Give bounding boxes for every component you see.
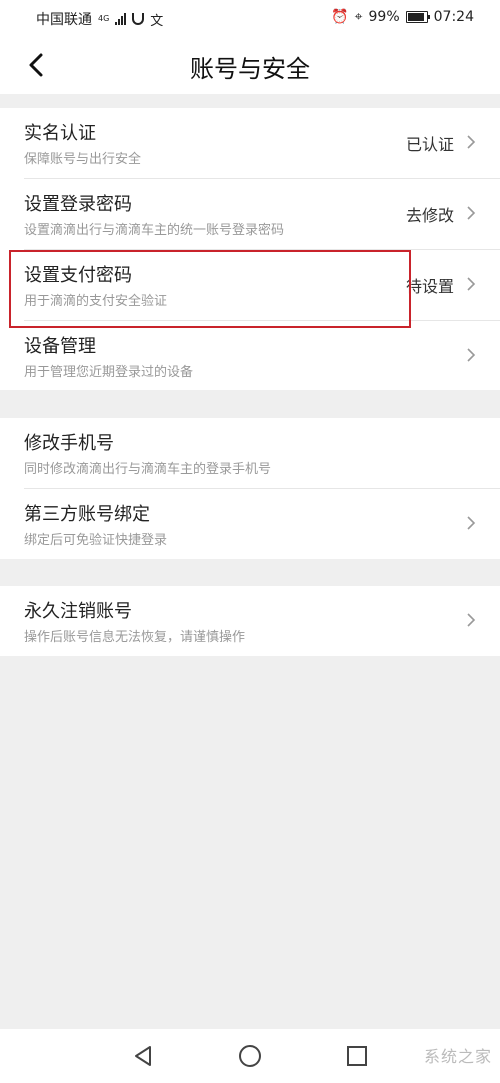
system-recents-button[interactable] [344,1043,370,1069]
status-right: ⏰ ⌖ 99% 07:24 [331,9,474,25]
row-title: 第三方账号绑定 [24,504,150,525]
signal-icon [115,13,127,25]
system-home-button[interactable] [237,1043,263,1069]
battery-icon [405,11,430,23]
row-title: 实名认证 [24,123,96,144]
row-title: 修改手机号 [24,433,114,454]
row-delete-account[interactable]: 永久注销账号 操作后账号信息无法恢复，请谨慎操作 [0,586,500,656]
security-group-delete: 永久注销账号 操作后账号信息无法恢复，请谨慎操作 [0,586,500,656]
chevron-right-icon [467,206,476,220]
row-subtitle: 用于管理您近期登录过的设备 [24,365,194,380]
row-real-name-verification[interactable]: 实名认证 保障账号与出行安全 已认证 [0,108,500,178]
row-title: 设置登录密码 [24,194,132,215]
network-type-label: 4G [98,14,110,23]
row-title: 设置支付密码 [24,265,132,286]
row-payment-password[interactable]: 设置支付密码 用于滴滴的支付安全验证 待设置 [0,250,500,320]
app-notification-icon: 文 [150,13,164,29]
clock-time: 07:24 [433,9,474,25]
circle-home-icon [239,1045,261,1067]
status-bar: 中国联通 4G 文 ⏰ ⌖ 99% 07:24 [0,0,500,36]
row-device-management[interactable]: 设备管理 用于管理您近期登录过的设备 [0,321,500,391]
row-subtitle: 绑定后可免验证快捷登录 [24,533,168,548]
row-status: 已认证 [405,135,454,154]
row-subtitle: 操作后账号信息无法恢复，请谨慎操作 [24,630,246,645]
triangle-back-icon [135,1046,151,1066]
status-left: 中国联通 4G 文 [36,9,163,29]
row-subtitle: 设置滴滴出行与滴滴车主的统一账号登录密码 [24,223,285,238]
row-subtitle: 保障账号与出行安全 [24,152,142,167]
system-navigation-bar: 系统之家 [0,1029,500,1083]
row-title: 永久注销账号 [24,601,132,622]
security-group-account: 实名认证 保障账号与出行安全 已认证 设置登录密码 设置滴滴出行与滴滴车主的统一… [0,108,500,390]
row-change-phone[interactable]: 修改手机号 同时修改滴滴出行与滴滴车主的登录手机号 [0,418,500,488]
chevron-right-icon [467,348,476,362]
row-subtitle: 用于滴滴的支付安全验证 [24,294,168,309]
location-icon: ⌖ [354,9,363,25]
chevron-right-icon [467,613,476,627]
page-title: 账号与安全 [190,55,310,83]
navigation-bar: 账号与安全 [0,36,500,94]
chevron-right-icon [467,516,476,530]
chevron-right-icon [467,277,476,291]
chevron-right-icon [467,135,476,149]
carrier-label: 中国联通 [36,12,92,28]
row-status: 去修改 [405,206,454,225]
row-status: 待设置 [405,277,454,296]
row-login-password[interactable]: 设置登录密码 设置滴滴出行与滴滴车主的统一账号登录密码 去修改 [0,179,500,249]
alarm-icon: ⏰ [331,9,349,25]
row-subtitle: 同时修改滴滴出行与滴滴车主的登录手机号 [24,462,272,477]
security-group-phone: 修改手机号 同时修改滴滴出行与滴滴车主的登录手机号 第三方账号绑定 绑定后可免验… [0,418,500,559]
square-recents-icon [347,1046,367,1066]
battery-percent: 99% [368,9,400,25]
didi-app-icon [132,13,145,25]
row-title: 设备管理 [24,336,96,357]
row-third-party-binding[interactable]: 第三方账号绑定 绑定后可免验证快捷登录 [0,489,500,559]
watermark-text: 系统之家 [423,1047,492,1066]
system-back-button[interactable] [130,1043,156,1069]
